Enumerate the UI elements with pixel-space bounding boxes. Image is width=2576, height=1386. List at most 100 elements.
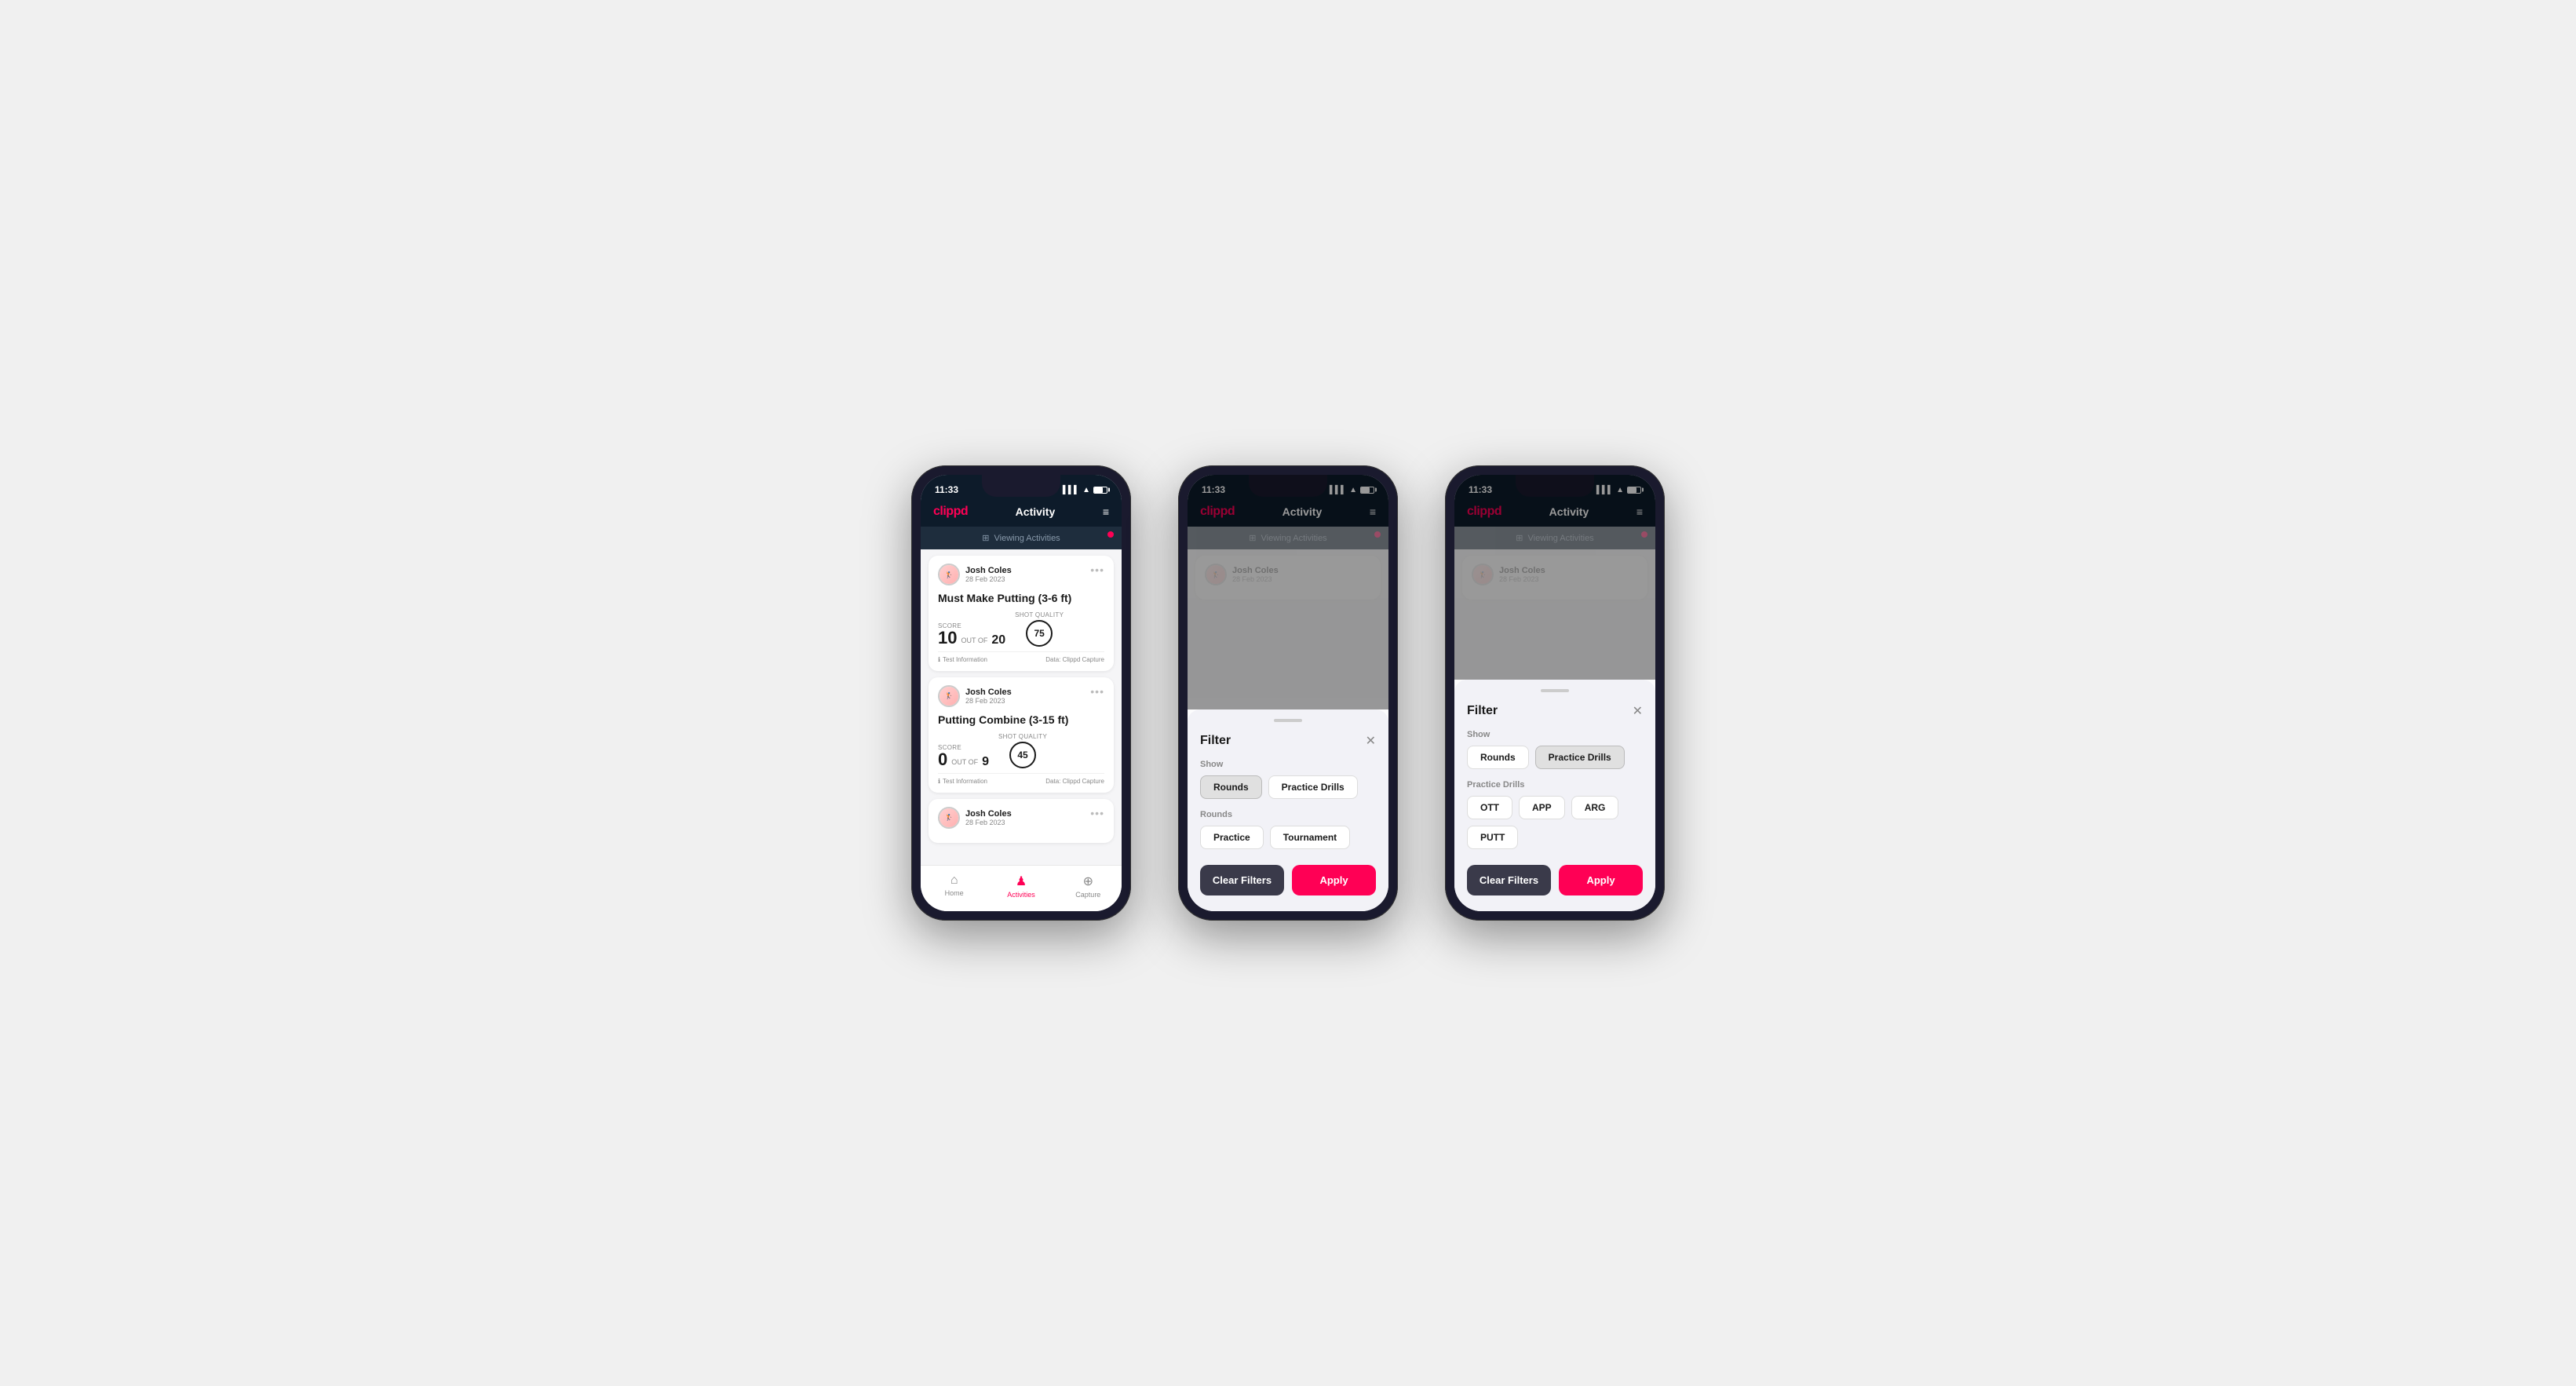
user-date-3: 28 Feb 2023 bbox=[965, 819, 1012, 826]
activity-card-2: 🏌 Josh Coles 28 Feb 2023 ••• Putting Com… bbox=[929, 677, 1114, 793]
nav-capture-1[interactable]: ⊕ Capture bbox=[1055, 870, 1122, 902]
close-button-2[interactable]: ✕ bbox=[1633, 703, 1643, 719]
filter-overlay-1: Filter ✕ Show Rounds Practice Drills Rou… bbox=[1188, 475, 1388, 911]
user-name-2: Josh Coles bbox=[965, 688, 1012, 697]
activity-title-1: Must Make Putting (3-6 ft) bbox=[938, 592, 1104, 605]
practice-drills-tab-2[interactable]: Practice Drills bbox=[1535, 746, 1625, 769]
card-header-3: 🏌 Josh Coles 28 Feb 2023 ••• bbox=[938, 807, 1104, 829]
more-dots-1[interactable]: ••• bbox=[1090, 564, 1104, 576]
user-info-1: 🏌 Josh Coles 28 Feb 2023 bbox=[938, 564, 1012, 585]
show-buttons-1: Rounds Practice Drills bbox=[1200, 775, 1376, 799]
nav-activities-label-1: Activities bbox=[1007, 891, 1035, 899]
sheet-handle-1 bbox=[1274, 719, 1302, 722]
phone-2: 11:33 ▌▌▌ ▲ clippd Activity ≡ ⊞ Viewing … bbox=[1178, 465, 1398, 921]
battery-icon bbox=[1093, 487, 1107, 494]
out-of-2: OUT OF bbox=[951, 758, 978, 766]
shots-value-1: 20 bbox=[991, 634, 1005, 647]
footer-info-1: ℹ Test Information bbox=[938, 656, 987, 663]
phone-2-inner: 11:33 ▌▌▌ ▲ clippd Activity ≡ ⊞ Viewing … bbox=[1188, 475, 1388, 911]
avatar-1: 🏌 bbox=[938, 564, 960, 585]
score-value-1: 10 bbox=[938, 629, 957, 647]
app-header-1: clippd Activity ≡ bbox=[921, 500, 1122, 527]
pd-buttons-2: OTT APP ARG PUTT bbox=[1467, 796, 1643, 849]
nav-home-label-1: Home bbox=[945, 889, 964, 897]
wifi-icon: ▲ bbox=[1082, 486, 1090, 494]
screens-container: 11:33 ▌▌▌ ▲ clippd Activity ≡ ⊞ Viewing … bbox=[911, 465, 1665, 921]
sq-label-1: Shot Quality bbox=[1015, 611, 1064, 618]
putt-btn-2[interactable]: PUTT bbox=[1467, 826, 1518, 849]
more-dots-3[interactable]: ••• bbox=[1090, 807, 1104, 819]
phone-1: 11:33 ▌▌▌ ▲ clippd Activity ≡ ⊞ Viewing … bbox=[911, 465, 1131, 921]
user-info-3: 🏌 Josh Coles 28 Feb 2023 bbox=[938, 807, 1012, 829]
activity-title-2: Putting Combine (3-15 ft) bbox=[938, 713, 1104, 727]
filter-title-2: Filter bbox=[1467, 704, 1498, 718]
nav-home-1[interactable]: ⌂ Home bbox=[921, 870, 987, 902]
logo-1: clippd bbox=[933, 505, 968, 519]
status-icons-1: ▌▌▌ ▲ bbox=[1063, 486, 1107, 494]
sheet-actions-2: Clear Filters Apply bbox=[1467, 865, 1643, 895]
card-footer-2: ℹ Test Information Data: Clippd Capture bbox=[938, 773, 1104, 785]
rounds-section-1: Rounds Practice Tournament bbox=[1200, 810, 1376, 849]
show-label-1: Show bbox=[1200, 760, 1376, 769]
stats-row-2: Score 0 OUT OF 9 Shot Quality 45 bbox=[938, 733, 1104, 768]
clear-filters-btn-2[interactable]: Clear Filters bbox=[1467, 865, 1551, 895]
rounds-tab-1[interactable]: Rounds bbox=[1200, 775, 1262, 799]
close-button-1[interactable]: ✕ bbox=[1366, 733, 1376, 749]
activities-icon-1: ♟ bbox=[1016, 874, 1027, 889]
tournament-btn-1[interactable]: Tournament bbox=[1270, 826, 1350, 849]
practice-btn-1[interactable]: Practice bbox=[1200, 826, 1264, 849]
show-label-2: Show bbox=[1467, 730, 1643, 739]
shots-value-2: 9 bbox=[982, 756, 989, 768]
menu-icon-1[interactable]: ≡ bbox=[1103, 505, 1109, 518]
filter-icon-1: ⊞ bbox=[982, 533, 989, 543]
notch-1 bbox=[982, 475, 1060, 497]
user-info-2: 🏌 Josh Coles 28 Feb 2023 bbox=[938, 685, 1012, 707]
sq-label-2: Shot Quality bbox=[998, 733, 1047, 740]
notification-dot-1 bbox=[1107, 531, 1114, 538]
phone-3: 11:33 ▌▌▌ ▲ clippd Activity ≡ ⊞ Viewing … bbox=[1445, 465, 1665, 921]
sheet-header-2: Filter ✕ bbox=[1467, 703, 1643, 719]
bottom-nav-1: ⌂ Home ♟ Activities ⊕ Capture bbox=[921, 865, 1122, 911]
app-btn-2[interactable]: APP bbox=[1519, 796, 1565, 819]
user-name-1: Josh Coles bbox=[965, 566, 1012, 575]
user-date-1: 28 Feb 2023 bbox=[965, 575, 1012, 583]
card-header-1: 🏌 Josh Coles 28 Feb 2023 ••• bbox=[938, 564, 1104, 585]
rounds-tab-2[interactable]: Rounds bbox=[1467, 746, 1529, 769]
score-value-2: 0 bbox=[938, 751, 947, 768]
sq-badge-1: 75 bbox=[1026, 620, 1053, 647]
nav-activities-1[interactable]: ♟ Activities bbox=[987, 870, 1054, 902]
user-name-3: Josh Coles bbox=[965, 809, 1012, 819]
footer-data-2: Data: Clippd Capture bbox=[1045, 778, 1104, 785]
activity-card-1: 🏌 Josh Coles 28 Feb 2023 ••• Must Make P… bbox=[929, 556, 1114, 671]
clear-filters-btn-1[interactable]: Clear Filters bbox=[1200, 865, 1284, 895]
arg-btn-2[interactable]: ARG bbox=[1571, 796, 1619, 819]
viewing-text-1: Viewing Activities bbox=[994, 534, 1060, 543]
ott-btn-2[interactable]: OTT bbox=[1467, 796, 1512, 819]
card-footer-1: ℹ Test Information Data: Clippd Capture bbox=[938, 651, 1104, 663]
practice-drills-tab-1[interactable]: Practice Drills bbox=[1268, 775, 1358, 799]
content-1[interactable]: 🏌 Josh Coles 28 Feb 2023 ••• Must Make P… bbox=[921, 549, 1122, 865]
filter-sheet-2: Filter ✕ Show Rounds Practice Drills Pra… bbox=[1454, 680, 1655, 911]
overlay-dim-2[interactable] bbox=[1454, 475, 1655, 680]
out-of-1: OUT OF bbox=[961, 636, 987, 644]
apply-btn-1[interactable]: Apply bbox=[1292, 865, 1376, 895]
header-title-1: Activity bbox=[1016, 505, 1056, 518]
rounds-label-1: Rounds bbox=[1200, 810, 1376, 819]
sheet-header-1: Filter ✕ bbox=[1200, 733, 1376, 749]
card-header-2: 🏌 Josh Coles 28 Feb 2023 ••• bbox=[938, 685, 1104, 707]
avatar-2: 🏌 bbox=[938, 685, 960, 707]
user-date-2: 28 Feb 2023 bbox=[965, 697, 1012, 705]
sheet-handle-2 bbox=[1541, 689, 1569, 692]
practice-drills-section-2: Practice Drills OTT APP ARG PUTT bbox=[1467, 780, 1643, 849]
footer-data-1: Data: Clippd Capture bbox=[1045, 656, 1104, 663]
capture-icon-1: ⊕ bbox=[1083, 874, 1093, 889]
apply-btn-2[interactable]: Apply bbox=[1559, 865, 1643, 895]
avatar-3: 🏌 bbox=[938, 807, 960, 829]
overlay-dim-1[interactable] bbox=[1188, 475, 1388, 709]
viewing-banner-1[interactable]: ⊞ Viewing Activities bbox=[921, 527, 1122, 549]
show-section-1: Show Rounds Practice Drills bbox=[1200, 760, 1376, 799]
pd-label-2: Practice Drills bbox=[1467, 780, 1643, 790]
sq-badge-2: 45 bbox=[1009, 742, 1036, 768]
more-dots-2[interactable]: ••• bbox=[1090, 685, 1104, 698]
footer-info-2: ℹ Test Information bbox=[938, 778, 987, 785]
